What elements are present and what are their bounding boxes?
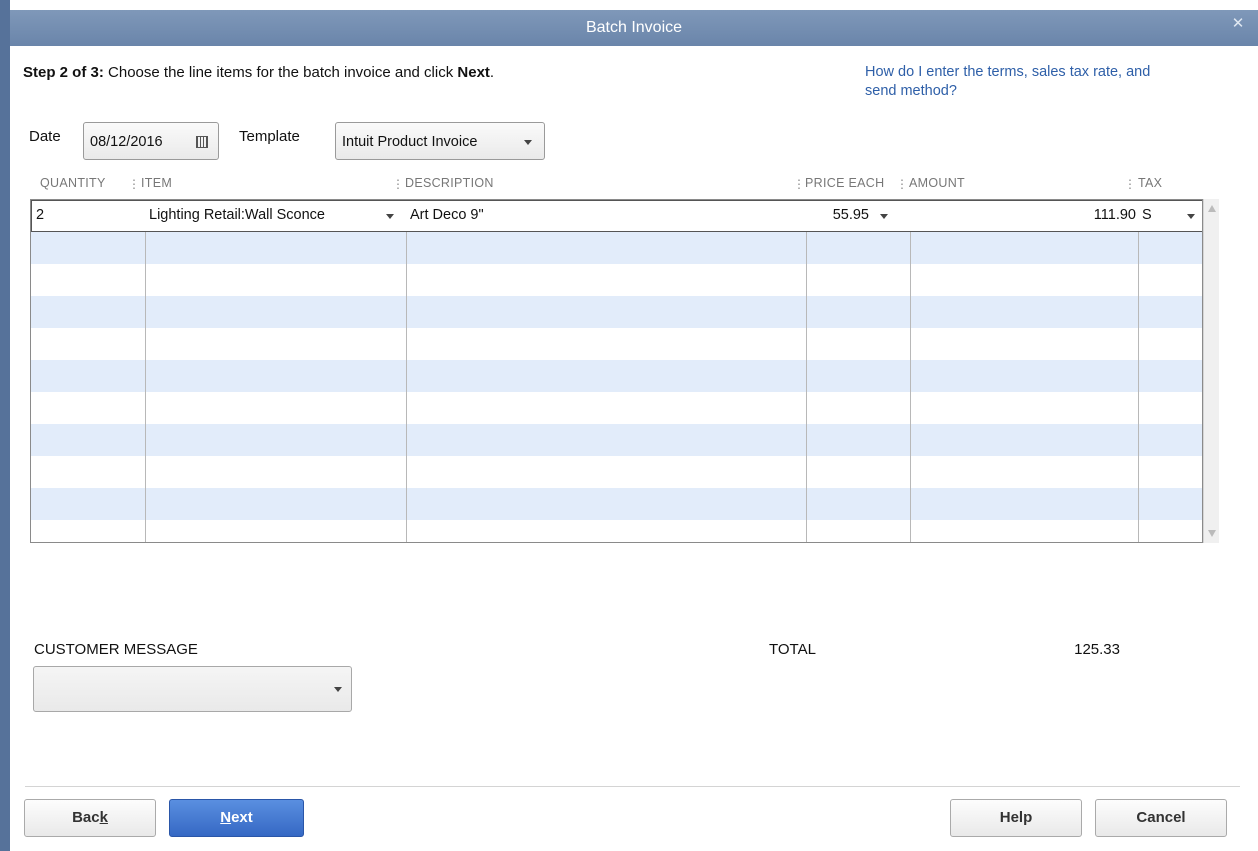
column-divider bbox=[406, 200, 407, 542]
chevron-down-icon[interactable] bbox=[386, 214, 394, 219]
table-row[interactable] bbox=[31, 232, 1202, 264]
step-suffix: . bbox=[489, 64, 495, 81]
help-button[interactable]: Help bbox=[950, 799, 1082, 837]
date-label: Date bbox=[29, 128, 61, 145]
date-value: 08/12/2016 bbox=[90, 134, 163, 150]
col-header-tax: TAX bbox=[1138, 176, 1163, 190]
col-header-quantity: QUANTITY bbox=[40, 176, 106, 190]
help-link[interactable]: How do I enter the terms, sales tax rate… bbox=[865, 63, 1155, 101]
template-value: Intuit Product Invoice bbox=[342, 134, 478, 150]
cell-tax[interactable]: S bbox=[1142, 201, 1152, 231]
back-label: Bac bbox=[72, 809, 100, 826]
table-row[interactable] bbox=[31, 360, 1202, 392]
col-header-price-each: PRICE EACH bbox=[805, 176, 885, 190]
scroll-down-icon[interactable] bbox=[1208, 530, 1216, 537]
next-label: ext bbox=[231, 809, 253, 826]
customer-message-label: CUSTOMER MESSAGE bbox=[34, 641, 198, 658]
chevron-down-icon bbox=[524, 140, 532, 145]
col-header-item: ITEM bbox=[141, 176, 173, 190]
column-divider bbox=[910, 200, 911, 542]
table-row[interactable] bbox=[31, 424, 1202, 456]
chevron-down-icon[interactable] bbox=[1187, 214, 1195, 219]
col-resize-handle[interactable]: ⋮ bbox=[392, 177, 404, 191]
window-title: Batch Invoice bbox=[585, 19, 683, 36]
table-row[interactable] bbox=[31, 264, 1202, 296]
chevron-down-icon bbox=[334, 687, 342, 692]
col-resize-handle[interactable]: ⋮ bbox=[896, 177, 908, 191]
title-bar: Batch Invoice ✕ bbox=[10, 10, 1258, 46]
customer-message-dropdown[interactable] bbox=[33, 666, 352, 712]
col-header-amount: AMOUNT bbox=[909, 176, 965, 190]
col-header-description: DESCRIPTION bbox=[405, 176, 494, 190]
chevron-down-icon[interactable] bbox=[880, 214, 888, 219]
column-divider bbox=[145, 200, 146, 542]
template-label: Template bbox=[239, 128, 300, 145]
line-items-table: 2 Lighting Retail:Wall Sconce Art Deco 9… bbox=[30, 199, 1203, 543]
table-row[interactable] bbox=[31, 488, 1202, 520]
calendar-icon[interactable] bbox=[196, 136, 208, 148]
table-row[interactable] bbox=[31, 520, 1202, 542]
col-resize-handle[interactable]: ⋮ bbox=[793, 177, 805, 191]
cell-item[interactable]: Lighting Retail:Wall Sconce bbox=[149, 201, 325, 231]
close-icon[interactable]: ✕ bbox=[1228, 10, 1248, 46]
table-row-active[interactable]: 2 Lighting Retail:Wall Sconce Art Deco 9… bbox=[31, 200, 1202, 232]
next-mnemonic: N bbox=[220, 809, 232, 826]
date-field[interactable]: 08/12/2016 bbox=[83, 122, 219, 160]
cell-price-each[interactable]: 55.95 bbox=[807, 201, 869, 231]
col-resize-handle[interactable]: ⋮ bbox=[128, 177, 140, 191]
table-scrollbar[interactable] bbox=[1203, 199, 1219, 543]
step-instructions: Step 2 of 3: Choose the line items for t… bbox=[23, 64, 494, 81]
table-row[interactable] bbox=[31, 296, 1202, 328]
cell-quantity[interactable]: 2 bbox=[36, 201, 44, 231]
back-button[interactable]: Back bbox=[24, 799, 156, 837]
total-value: 125.33 bbox=[1074, 641, 1120, 658]
scroll-up-icon[interactable] bbox=[1208, 205, 1216, 212]
cell-amount[interactable]: 111.90 bbox=[911, 201, 1136, 231]
column-divider bbox=[806, 200, 807, 542]
cancel-button[interactable]: Cancel bbox=[1095, 799, 1227, 837]
table-row[interactable] bbox=[31, 328, 1202, 360]
column-divider bbox=[1138, 200, 1139, 542]
step-action: Next bbox=[457, 64, 490, 81]
footer-divider bbox=[25, 786, 1240, 787]
table-row[interactable] bbox=[31, 392, 1202, 424]
table-row[interactable] bbox=[31, 456, 1202, 488]
total-label: TOTAL bbox=[769, 641, 816, 658]
step-prefix: Step 2 of 3: bbox=[23, 64, 104, 81]
cell-description[interactable]: Art Deco 9" bbox=[410, 201, 484, 231]
template-dropdown[interactable]: Intuit Product Invoice bbox=[335, 122, 545, 160]
next-button[interactable]: Next bbox=[169, 799, 304, 837]
col-resize-handle[interactable]: ⋮ bbox=[1124, 177, 1136, 191]
step-text: Choose the line items for the batch invo… bbox=[103, 64, 458, 81]
back-mnemonic: k bbox=[99, 809, 108, 826]
